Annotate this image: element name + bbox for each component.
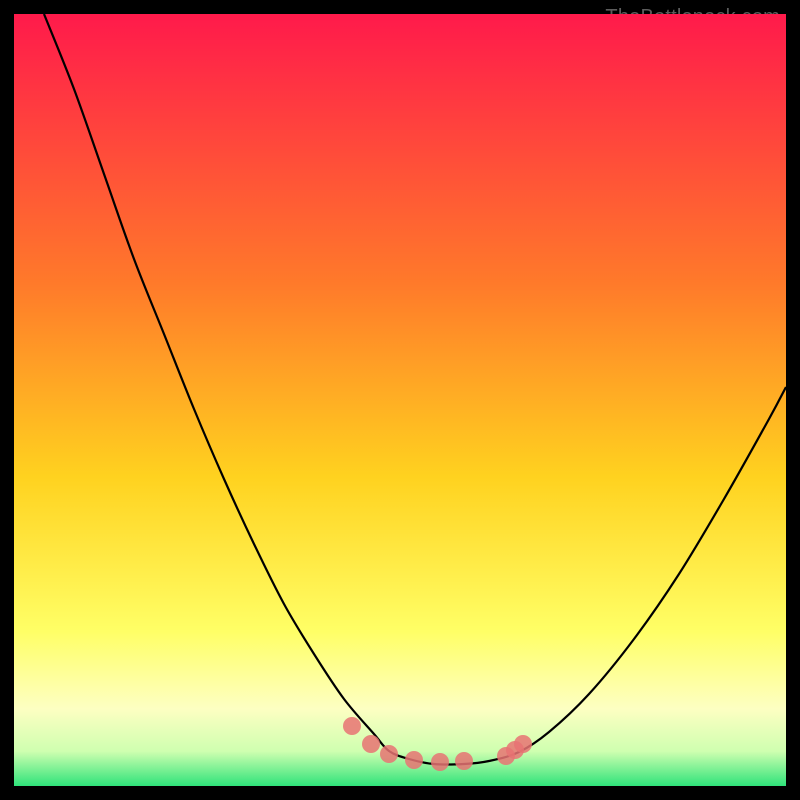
- chart-background: [14, 14, 786, 786]
- chart-plot-area: [14, 14, 786, 786]
- highlight-marker: [362, 735, 380, 753]
- highlight-marker: [431, 753, 449, 771]
- chart-svg: [14, 14, 786, 786]
- highlight-marker: [343, 717, 361, 735]
- highlight-marker: [455, 752, 473, 770]
- highlight-marker: [514, 735, 532, 753]
- highlight-marker: [405, 751, 423, 769]
- highlight-marker: [380, 745, 398, 763]
